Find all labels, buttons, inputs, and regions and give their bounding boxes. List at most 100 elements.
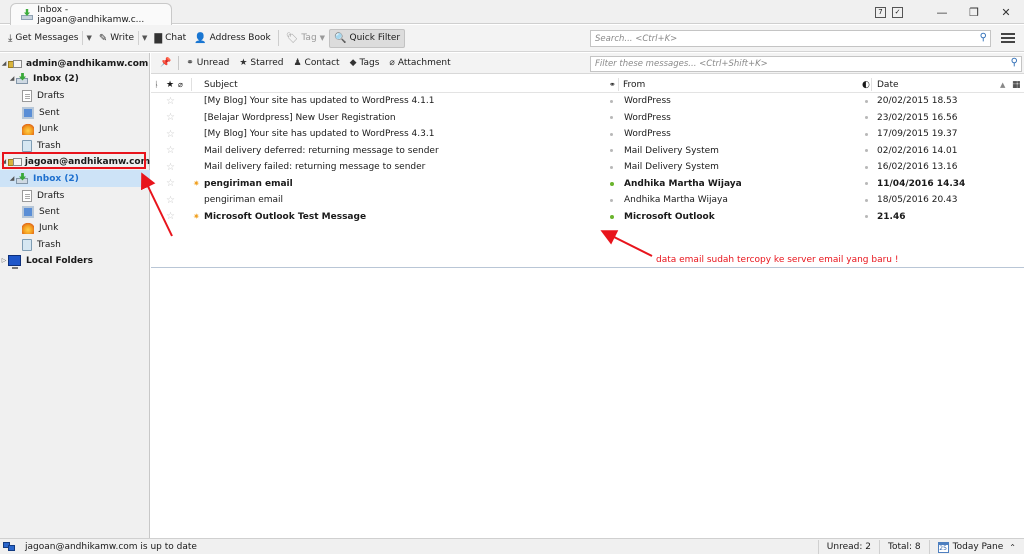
- thread-column-icon[interactable]: ᚿ: [154, 76, 159, 93]
- column-from[interactable]: From: [623, 76, 645, 93]
- address-book-label: Address Book: [209, 33, 271, 43]
- local-folders[interactable]: ▷ Local Folders: [0, 252, 150, 269]
- write-dropdown[interactable]: ▼: [138, 31, 150, 45]
- attachment-column-icon[interactable]: ⌀: [178, 76, 183, 93]
- filter-attachment-button[interactable]: ⌀ Attachment: [384, 58, 455, 68]
- star-toggle-icon[interactable]: ☆: [166, 143, 175, 160]
- junk-dot-icon[interactable]: [865, 110, 868, 127]
- unread-dot-icon[interactable]: [610, 209, 614, 226]
- message-row[interactable]: ☆ ✷ Microsoft Outlook Test Message Microsof…: [151, 209, 1024, 226]
- unread-icon: ⚭: [186, 58, 194, 68]
- unread-dot-icon[interactable]: [610, 176, 614, 193]
- message-row[interactable]: ☆ [My Blog] Your site has updated to Word…: [151, 126, 1024, 143]
- minimize-button[interactable]: —: [926, 0, 958, 24]
- pane-splitter[interactable]: [151, 267, 1024, 268]
- folder-label: Junk: [39, 123, 59, 134]
- collapse-icon[interactable]: ◢: [0, 60, 8, 67]
- star-toggle-icon[interactable]: ☆: [166, 110, 175, 127]
- tag-label: Tag: [301, 33, 317, 43]
- folder-junk[interactable]: Junk: [0, 120, 150, 137]
- write-button[interactable]: ✎ Write: [95, 29, 138, 48]
- collapse-icon[interactable]: ◢: [8, 175, 16, 182]
- star-toggle-icon[interactable]: ☆: [166, 159, 175, 176]
- junk-dot-icon[interactable]: [865, 209, 868, 226]
- junk-dot-icon[interactable]: [865, 126, 868, 143]
- get-messages-button[interactable]: ⤓ Get Messages: [4, 29, 82, 48]
- tasks-icon[interactable]: ✓: [892, 6, 903, 18]
- expand-icon[interactable]: ▷: [0, 257, 8, 264]
- star-toggle-icon[interactable]: ☆: [166, 209, 175, 226]
- junk-dot-icon[interactable]: [865, 143, 868, 160]
- folder-drafts[interactable]: Drafts: [0, 87, 150, 104]
- today-pane-label: Today Pane: [952, 542, 1004, 552]
- message-list-header: ᚿ ★ ⌀ Subject ⚭ From ◐ Date ▲ ▦: [151, 76, 1024, 93]
- online-status-icon[interactable]: [3, 541, 16, 552]
- star-toggle-icon[interactable]: ☆: [166, 192, 175, 209]
- inbox-icon: [16, 172, 28, 185]
- folder-label: Trash: [37, 239, 61, 250]
- maximize-button[interactable]: ❐: [958, 0, 990, 24]
- filter-messages-input[interactable]: Filter these messages... <Ctrl+Shift+K> …: [590, 56, 1022, 72]
- read-dot-icon[interactable]: [610, 93, 613, 110]
- read-dot-icon[interactable]: [610, 143, 613, 160]
- global-search-input[interactable]: Search... <Ctrl+K> ⚲: [590, 30, 991, 47]
- column-subject[interactable]: Subject: [204, 76, 238, 93]
- filter-starred-button[interactable]: ★ Starred: [234, 58, 288, 68]
- search-icon[interactable]: ⚲: [1011, 57, 1018, 68]
- highlight-box: [2, 152, 146, 169]
- message-row[interactable]: ☆ Mail delivery failed: returning message…: [151, 159, 1024, 176]
- app-menu-button[interactable]: [1001, 31, 1015, 45]
- read-dot-icon[interactable]: [610, 192, 613, 209]
- search-icon[interactable]: ⚲: [980, 32, 987, 43]
- star-toggle-icon[interactable]: ☆: [166, 176, 175, 193]
- junk-dot-icon[interactable]: [865, 93, 868, 110]
- pencil-icon: ✎: [98, 32, 108, 44]
- close-button[interactable]: ✕: [990, 0, 1022, 24]
- quick-filter-button[interactable]: 🔍 Quick Filter: [329, 28, 406, 48]
- get-messages-dropdown[interactable]: ▼: [82, 31, 94, 45]
- message-from: Microsoft Outlook: [624, 211, 715, 222]
- message-from: Mail Delivery System: [624, 145, 719, 156]
- star-column-icon[interactable]: ★: [166, 76, 174, 93]
- filter-tags-button[interactable]: ◆ Tags: [345, 58, 385, 68]
- folder-trash[interactable]: Trash: [0, 236, 150, 253]
- folder-sent[interactable]: Sent: [0, 203, 150, 220]
- message-subject: pengiriman email: [204, 195, 284, 206]
- write-label: Write: [110, 33, 135, 43]
- junk-status-column-icon[interactable]: ◐: [862, 76, 870, 93]
- star-toggle-icon[interactable]: ☆: [166, 93, 175, 110]
- folder-inbox-selected[interactable]: ◢ Inbox (2): [0, 170, 150, 187]
- message-row[interactable]: ☆ Mail delivery deferred: returning messa…: [151, 143, 1024, 160]
- address-book-button[interactable]: 👤 Address Book: [190, 29, 275, 48]
- read-status-column-icon[interactable]: ⚭: [609, 76, 616, 93]
- message-row[interactable]: ☆ pengiriman email Andhika Martha Wijaya 18…: [151, 192, 1024, 209]
- read-dot-icon[interactable]: [610, 110, 613, 127]
- filter-unread-button[interactable]: ⚭ Unread: [181, 58, 234, 68]
- junk-dot-icon[interactable]: [865, 159, 868, 176]
- calendar-icon[interactable]: 7: [875, 6, 886, 18]
- read-dot-icon[interactable]: [610, 126, 613, 143]
- chat-button[interactable]: ▇ Chat: [150, 29, 190, 48]
- column-date[interactable]: Date: [877, 76, 899, 93]
- folder-drafts[interactable]: Drafts: [0, 187, 150, 204]
- junk-dot-icon[interactable]: [865, 192, 868, 209]
- column-divider: [871, 78, 872, 91]
- today-pane-button[interactable]: 25 Today Pane ⌃: [928, 540, 1024, 554]
- read-dot-icon[interactable]: [610, 159, 613, 176]
- column-picker-icon[interactable]: ▦: [1012, 76, 1021, 93]
- sticky-pin-button[interactable]: 📌: [155, 58, 176, 68]
- folder-inbox[interactable]: ◢ Inbox (2): [0, 70, 150, 87]
- message-row[interactable]: ☆ [My Blog] Your site has updated to Word…: [151, 93, 1024, 110]
- tab-inbox[interactable]: Inbox - jagoan@andhikamw.c...: [10, 3, 172, 25]
- tag-button[interactable]: 🏷 Tag ▼: [282, 29, 329, 48]
- filter-contact-button[interactable]: ♟ Contact: [288, 58, 344, 68]
- message-row[interactable]: ☆ [Belajar Wordpress] New User Registrati…: [151, 110, 1024, 127]
- collapse-icon[interactable]: ◢: [8, 75, 16, 82]
- folder-junk[interactable]: Junk: [0, 219, 150, 236]
- message-row[interactable]: ☆ ✷ pengiriman email Andhika Martha Wijaya 1…: [151, 176, 1024, 193]
- folder-sent[interactable]: Sent: [0, 104, 150, 121]
- junk-dot-icon[interactable]: [865, 176, 868, 193]
- sent-icon: [22, 205, 34, 218]
- message-subject: Mail delivery failed: returning message …: [204, 162, 426, 173]
- star-toggle-icon[interactable]: ☆: [166, 126, 175, 143]
